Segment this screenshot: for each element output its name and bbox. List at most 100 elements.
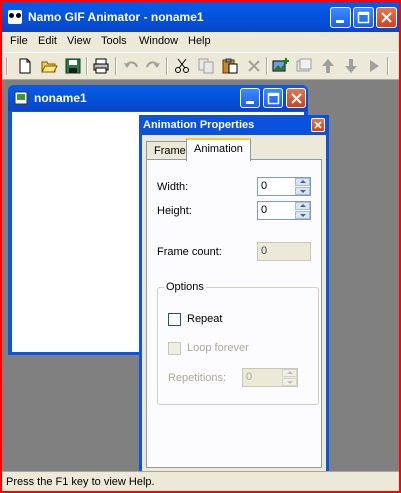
- document-title-bar[interactable]: noname1: [8, 85, 308, 111]
- repeat-label[interactable]: Repeat: [187, 313, 222, 325]
- width-value: 0: [261, 180, 268, 192]
- cut-icon: [175, 58, 189, 73]
- copy-button[interactable]: [197, 57, 215, 75]
- toolbar: [2, 52, 399, 80]
- delete-button[interactable]: [245, 57, 263, 75]
- minimize-button[interactable]: [330, 7, 351, 28]
- copy-icon: [198, 58, 214, 74]
- animation-tab-panel: Width: 0 Height: 0 Frame count: 0 Option…: [146, 159, 322, 468]
- document-icon: [14, 91, 28, 105]
- repetitions-spinner[interactable]: 0: [242, 368, 298, 387]
- menu-view[interactable]: View: [67, 35, 91, 47]
- menu-edit[interactable]: Edit: [38, 35, 57, 47]
- insert-frame-button[interactable]: [272, 57, 290, 75]
- height-spinner[interactable]: 0: [257, 201, 311, 220]
- dialog-close-button[interactable]: [311, 118, 325, 132]
- frame-properties-button[interactable]: [295, 57, 313, 75]
- close-icon: [314, 121, 322, 129]
- cut-button[interactable]: [173, 57, 191, 75]
- move-up-button[interactable]: [319, 57, 337, 75]
- width-increment-button[interactable]: [295, 178, 310, 186]
- repeat-checkbox[interactable]: [168, 313, 181, 326]
- document-title: noname1: [34, 91, 87, 105]
- open-icon: [41, 61, 58, 73]
- save-icon: [65, 58, 81, 74]
- print-icon: [93, 58, 109, 74]
- dialog-body: Frame Animation Width: 0 Height: 0 Frame…: [142, 135, 326, 472]
- repetitions-label: Repetitions:: [168, 372, 227, 384]
- width-decrement-button[interactable]: [295, 187, 310, 195]
- redo-button[interactable]: [144, 57, 162, 75]
- repetitions-decrement-button[interactable]: [282, 378, 297, 386]
- menu-file[interactable]: File: [10, 35, 28, 47]
- menu-help[interactable]: Help: [188, 35, 211, 47]
- height-value: 0: [261, 204, 268, 216]
- document-close-button[interactable]: [286, 88, 306, 108]
- insert-frame-icon: [272, 58, 289, 72]
- height-spinner-arrows: [295, 202, 310, 219]
- move-down-icon: [345, 59, 357, 73]
- toolbar-separator: [115, 57, 117, 75]
- close-icon: [381, 12, 392, 23]
- toolbar-separator: [166, 57, 168, 75]
- new-button[interactable]: [16, 57, 34, 75]
- toolbar-separator: [266, 57, 268, 75]
- paste-icon: [222, 58, 238, 74]
- status-text: Press the F1 key to view Help.: [6, 476, 155, 488]
- width-spinner-arrows: [295, 178, 310, 195]
- tab-animation[interactable]: Animation: [186, 138, 251, 161]
- frame-count-label: Frame count:: [157, 246, 222, 258]
- height-decrement-button[interactable]: [295, 211, 310, 219]
- undo-icon: [124, 61, 138, 68]
- options-group-title: Options: [164, 281, 206, 293]
- delete-icon: [248, 60, 260, 72]
- play-button[interactable]: [365, 57, 383, 75]
- frame-properties-icon: [296, 58, 312, 72]
- toolbar-grip: [6, 57, 8, 75]
- repetitions-spinner-arrows: [282, 369, 297, 386]
- new-icon: [19, 58, 31, 74]
- loop-forever-checkbox[interactable]: [168, 342, 181, 355]
- minimize-icon: [336, 20, 344, 23]
- play-icon: [370, 60, 379, 72]
- dialog-title: Animation Properties: [143, 119, 255, 131]
- repetitions-increment-button[interactable]: [282, 369, 297, 377]
- undo-button[interactable]: [122, 57, 140, 75]
- frame-count-value: 0: [261, 245, 268, 257]
- app-window: Namo GIF Animator - noname1 File Edit Vi…: [0, 0, 401, 493]
- save-button[interactable]: [64, 57, 82, 75]
- maximize-button[interactable]: [353, 7, 374, 28]
- close-icon: [291, 93, 302, 104]
- redo-icon: [146, 61, 160, 68]
- options-group: Options Repeat Loop forever Repetitions:…: [157, 281, 319, 405]
- document-maximize-button[interactable]: [263, 88, 283, 108]
- menu-tools[interactable]: Tools: [101, 35, 127, 47]
- cartoon-face-icon: [8, 10, 22, 24]
- document-minimize-button[interactable]: [240, 88, 260, 108]
- frame-count-field: 0: [257, 242, 311, 261]
- window-title-bar[interactable]: Namo GIF Animator - noname1: [2, 2, 399, 32]
- width-label: Width:: [157, 181, 189, 193]
- animation-properties-dialog: Animation Properties Frame Animation Wid…: [139, 115, 329, 475]
- close-button[interactable]: [376, 7, 397, 28]
- move-down-button[interactable]: [342, 57, 360, 75]
- move-up-icon: [322, 59, 334, 73]
- width-spinner[interactable]: 0: [257, 177, 311, 196]
- maximize-icon: [357, 11, 370, 24]
- height-label: Height:: [157, 205, 192, 217]
- maximize-icon: [267, 92, 280, 105]
- height-increment-button[interactable]: [295, 202, 310, 210]
- paste-button[interactable]: [221, 57, 239, 75]
- repetitions-value: 0: [246, 371, 253, 383]
- toolbar-separator: [86, 57, 88, 75]
- toolbar-separator: [387, 57, 389, 75]
- menu-bar: File Edit View Tools Window Help: [2, 32, 399, 52]
- open-button[interactable]: [40, 57, 58, 75]
- window-title: Namo GIF Animator - noname1: [28, 10, 204, 24]
- print-button[interactable]: [92, 57, 110, 75]
- menu-window[interactable]: Window: [139, 35, 178, 47]
- loop-forever-label: Loop forever: [187, 342, 249, 354]
- minimize-icon: [246, 101, 254, 104]
- status-bar: Press the F1 key to view Help.: [2, 471, 399, 491]
- dialog-title-bar[interactable]: Animation Properties: [139, 115, 329, 135]
